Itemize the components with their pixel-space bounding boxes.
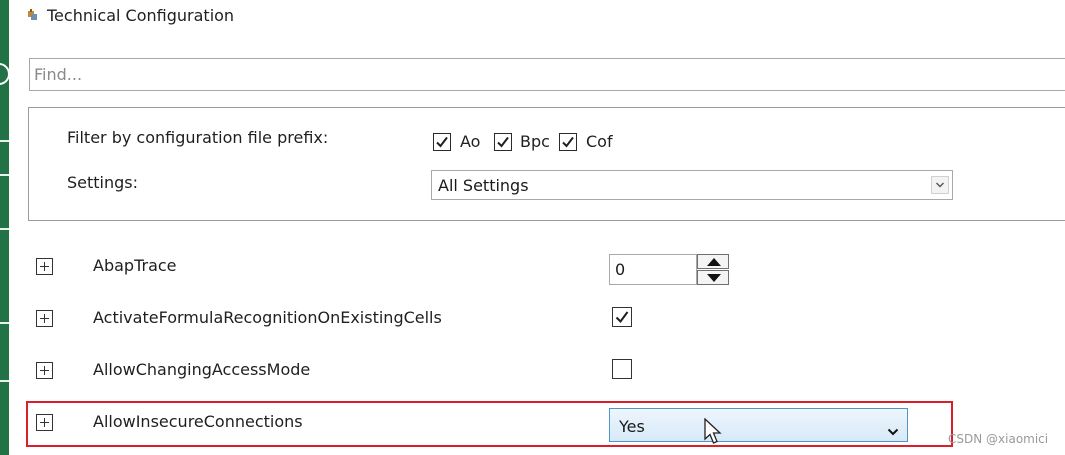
- checkmark-icon: [497, 136, 509, 148]
- settings-label: Settings:: [67, 173, 139, 192]
- config-icon: [27, 9, 39, 21]
- arrow-up-icon: [707, 258, 721, 266]
- open-icon[interactable]: [0, 322, 9, 324]
- prefix-label-ao: Ao: [460, 132, 481, 151]
- search-box[interactable]: [29, 58, 1065, 91]
- decrement-button[interactable]: [697, 270, 729, 285]
- back-arrow-icon[interactable]: [0, 63, 10, 85]
- chevron-down-icon[interactable]: [931, 176, 949, 194]
- page-title: Technical Configuration: [47, 5, 235, 25]
- allow-insecure-dropdown[interactable]: Yes: [609, 408, 908, 442]
- arrow-down-icon: [707, 274, 721, 282]
- setting-name: AllowChangingAccessMode: [93, 360, 311, 379]
- settings-select[interactable]: All Settings: [431, 170, 953, 200]
- checkmark-icon: [562, 136, 574, 148]
- page-header: Technical Configuration: [27, 4, 234, 26]
- search-input[interactable]: [30, 59, 1065, 90]
- expand-icon[interactable]: [36, 414, 53, 431]
- home-icon[interactable]: [0, 140, 9, 142]
- setting-name: AllowInsecureConnections: [93, 412, 303, 431]
- backstage-sidebar: [0, 0, 10, 455]
- mouse-cursor-icon: [703, 417, 725, 450]
- expand-icon[interactable]: [36, 258, 53, 275]
- prefix-checkbox-ao[interactable]: [433, 133, 451, 151]
- expand-icon[interactable]: [36, 362, 53, 379]
- checkmark-icon: [615, 311, 629, 324]
- save-icon[interactable]: [0, 380, 9, 382]
- setting-name: AbapTrace: [93, 256, 177, 275]
- stepper-value[interactable]: 0: [609, 254, 697, 285]
- sidebar-separator: [0, 228, 9, 230]
- sidebar-separator: [0, 174, 9, 176]
- prefix-label-cof: Cof: [586, 132, 613, 151]
- checkmark-icon: [436, 136, 448, 148]
- setting-checkbox-unchecked[interactable]: [612, 359, 632, 379]
- setting-checkbox-checked[interactable]: [612, 307, 632, 327]
- prefix-filter-label: Filter by configuration file prefix:: [67, 128, 329, 147]
- chevron-down-icon[interactable]: [887, 421, 899, 440]
- abaptrace-stepper[interactable]: 0: [609, 254, 729, 285]
- filter-panel: [28, 107, 1065, 221]
- expand-icon[interactable]: [36, 310, 53, 327]
- increment-button[interactable]: [697, 254, 729, 269]
- watermark: CSDN @xiaomici: [948, 432, 1049, 446]
- settings-select-value: All Settings: [438, 176, 529, 195]
- setting-name: ActivateFormulaRecognitionOnExistingCell…: [93, 308, 442, 327]
- prefix-checkbox-bpc[interactable]: [494, 133, 512, 151]
- prefix-checkbox-cof[interactable]: [559, 133, 577, 151]
- prefix-label-bpc: Bpc: [520, 132, 550, 151]
- dropdown-value: Yes: [619, 417, 645, 436]
